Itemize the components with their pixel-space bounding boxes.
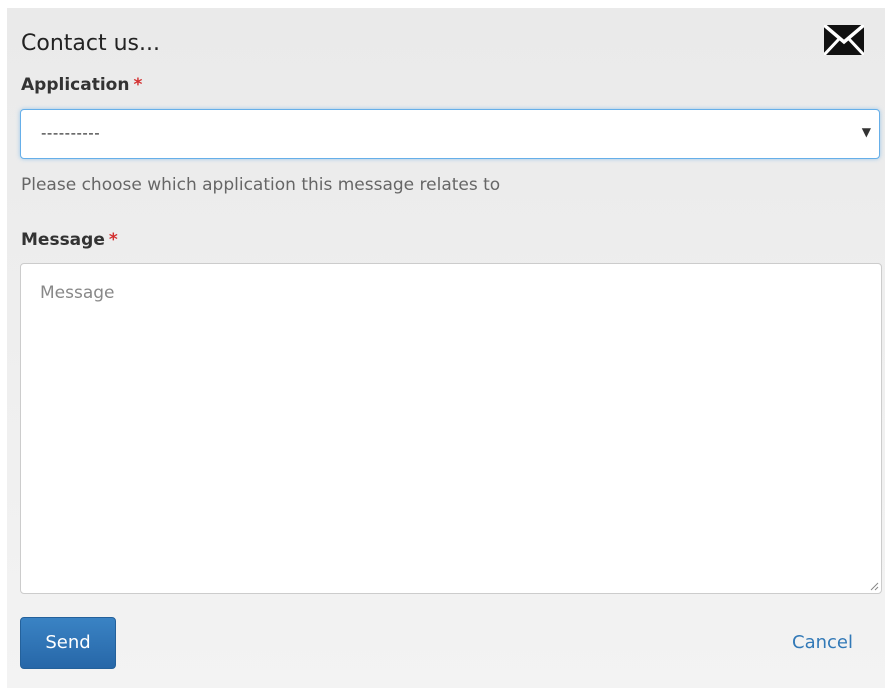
contact-dialog: Contact us... Application * ---------- ▼ … [7,8,885,688]
application-label: Application * [21,74,142,96]
required-marker: * [108,230,118,250]
envelope-icon [824,25,864,55]
application-select-value: ---------- [41,124,101,142]
message-label-text: Message [21,230,105,250]
message-textarea[interactable]: Message [20,263,882,594]
dialog-title: Contact us... [21,31,160,56]
message-placeholder: Message [40,283,115,303]
resize-grip-icon[interactable] [869,581,879,591]
send-button[interactable]: Send [20,617,116,669]
application-label-text: Application [21,75,130,95]
message-label: Message * [21,229,118,251]
dropdown-arrow-icon: ▼ [861,125,871,139]
required-marker: * [133,75,143,95]
cancel-link[interactable]: Cancel [792,631,853,655]
application-select[interactable]: ---------- ▼ [20,109,880,159]
application-help-text: Please choose which application this mes… [21,175,501,195]
